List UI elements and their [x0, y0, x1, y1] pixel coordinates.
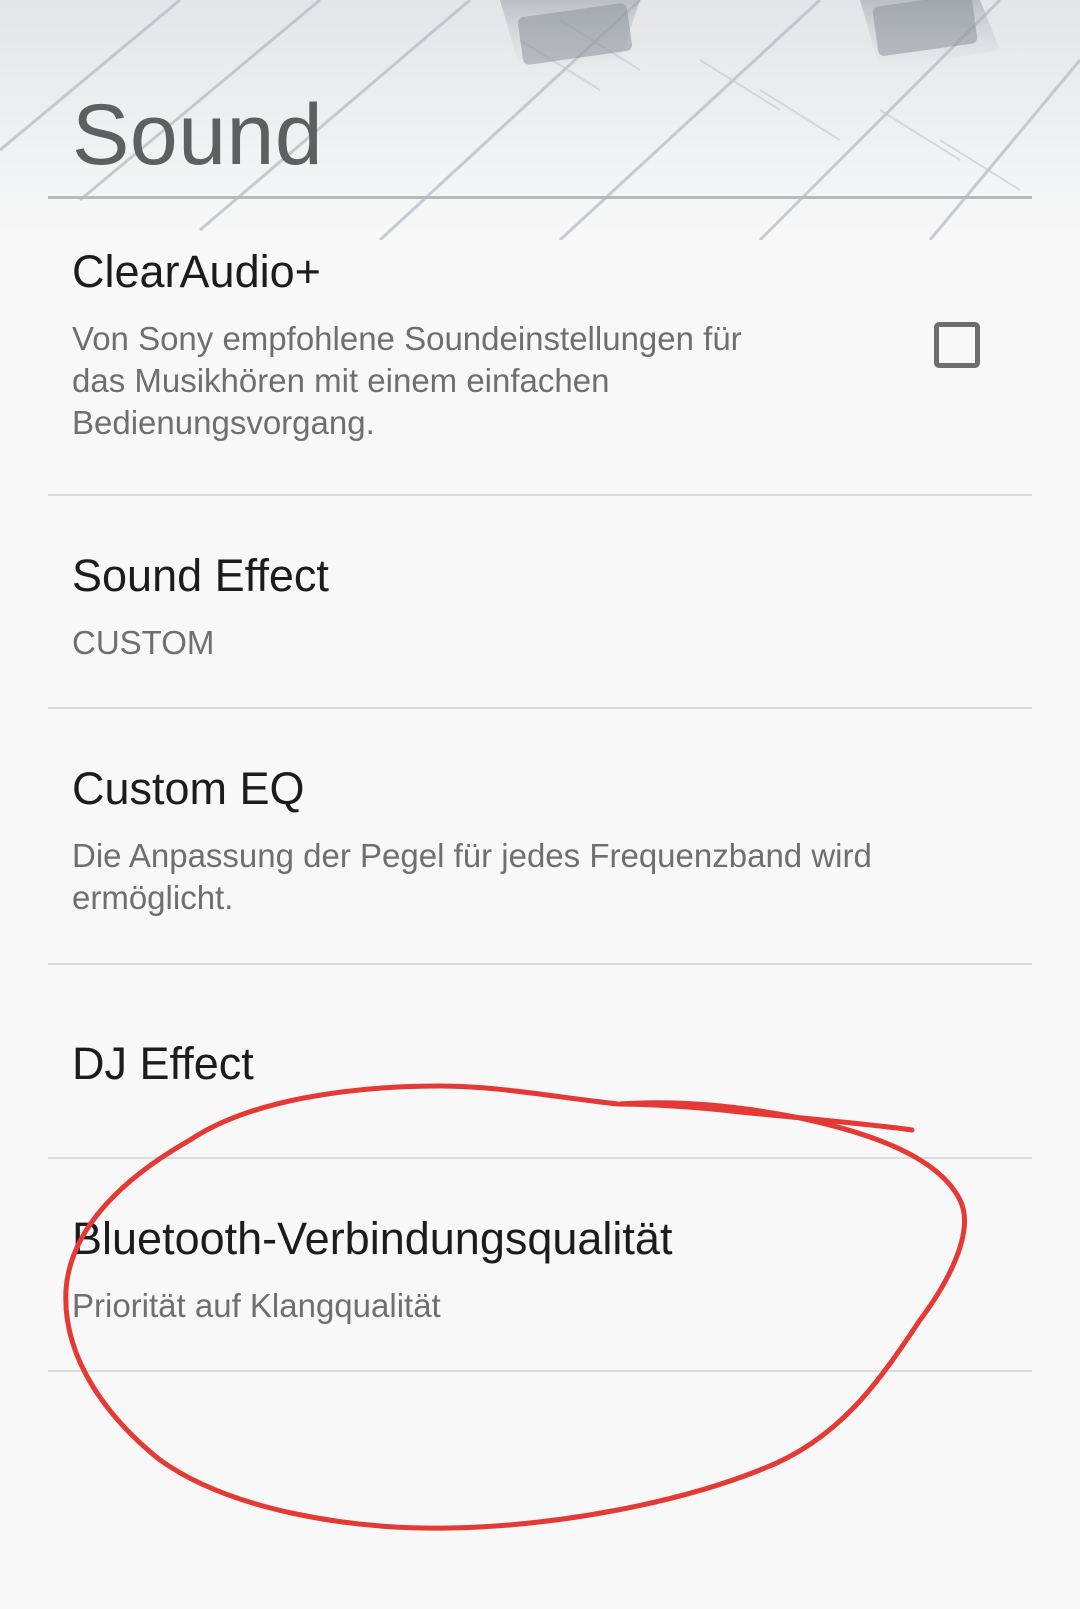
pref-sound-effect[interactable]: Sound Effect CUSTOM — [0, 496, 1080, 708]
pref-clearaudio[interactable]: ClearAudio+ Von Sony empfohlene Soundein… — [0, 200, 1080, 496]
pref-bluetooth-quality-title: Bluetooth-Verbindungsqualität — [72, 1213, 673, 1264]
pref-dj-effect[interactable]: DJ Effect — [0, 965, 1080, 1157]
pref-clearaudio-title: ClearAudio+ — [72, 246, 321, 297]
pref-custom-eq[interactable]: Custom EQ Die Anpassung der Pegel für je… — [0, 709, 1080, 963]
pref-sound-effect-summary: CUSTOM — [72, 624, 215, 661]
pref-sound-effect-title: Sound Effect — [72, 550, 329, 601]
divider — [48, 1370, 1032, 1372]
page-title: Sound — [72, 87, 324, 183]
pref-bluetooth-quality[interactable]: Bluetooth-Verbindungsqualität Priorität … — [0, 1159, 1080, 1371]
pref-custom-eq-title: Custom EQ — [72, 763, 305, 814]
pref-custom-eq-summary: Die Anpassung der Pegel für jedes Freque… — [72, 837, 872, 916]
pref-bluetooth-quality-summary: Priorität auf Klangqualität — [72, 1287, 441, 1324]
checkbox-unchecked-icon[interactable] — [934, 322, 980, 368]
pref-dj-effect-title: DJ Effect — [72, 1038, 254, 1089]
pref-clearaudio-summary: Von Sony empfohlene Soundeinstellungen f… — [72, 320, 742, 441]
title-divider — [48, 196, 1032, 199]
